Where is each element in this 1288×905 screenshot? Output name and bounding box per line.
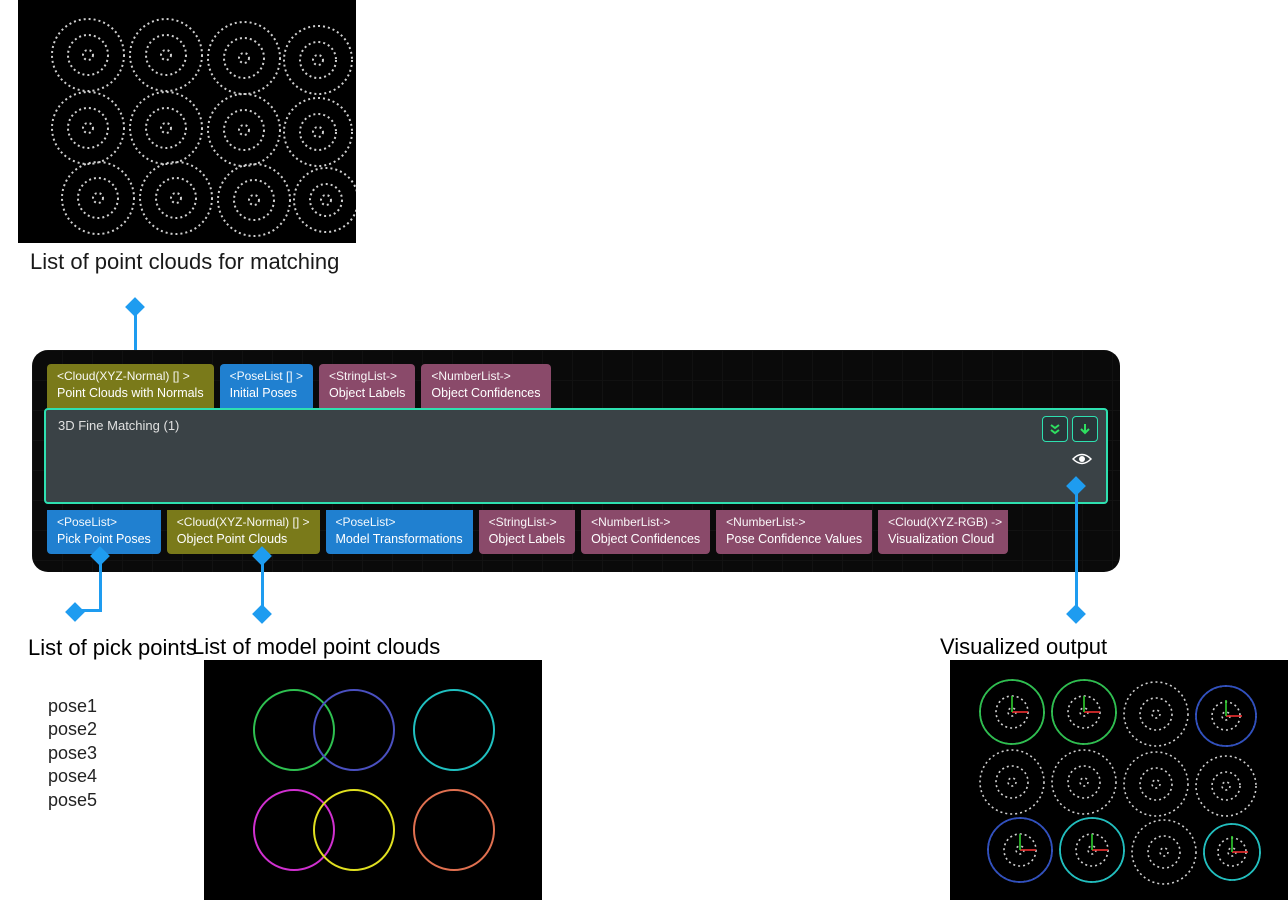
port-type: <StringList-> [489,514,565,531]
port-name: Object Labels [489,531,565,549]
model-clouds-image [204,660,542,900]
port-type: <Cloud(XYZ-Normal) [] > [57,368,204,385]
node-body[interactable]: 3D Fine Matching (1) [44,408,1108,504]
list-item: pose5 [48,789,97,812]
visibility-icon[interactable] [1072,452,1092,471]
port-name: Pose Confidence Values [726,531,862,549]
node-panel: <Cloud(XYZ-Normal) [] > Point Clouds wit… [32,350,1120,572]
port-type: <PoseList> [57,514,151,531]
port-name: Initial Poses [230,385,303,403]
output-ports-row: <PoseList> Pick Point Poses <Cloud(XYZ-N… [47,510,1008,554]
port-name: Pick Point Poses [57,531,151,549]
output-port-model-transforms[interactable]: <PoseList> Model Transformations [326,510,473,554]
input-ports-row: <Cloud(XYZ-Normal) [] > Point Clouds wit… [47,364,551,408]
node-title: 3D Fine Matching (1) [58,418,179,433]
input-port-object-confidences[interactable]: <NumberList-> Object Confidences [421,364,550,408]
port-type: <PoseList> [336,514,463,531]
output-port-object-clouds[interactable]: <Cloud(XYZ-Normal) [] > Object Point Clo… [167,510,320,554]
output-port-confidences[interactable]: <NumberList-> Object Confidences [581,510,710,554]
expand-button[interactable] [1042,416,1068,442]
port-name: Object Labels [329,385,405,403]
port-type: <Cloud(XYZ-Normal) [] > [177,514,310,531]
port-type: <Cloud(XYZ-RGB) -> [888,514,998,531]
input-port-pointclouds[interactable]: <Cloud(XYZ-Normal) [] > Point Clouds wit… [47,364,214,408]
caption-visualized: Visualized output [940,634,1107,660]
port-type: <NumberList-> [591,514,700,531]
caption-model-clouds: List of model point clouds [192,634,440,660]
caption-pointclouds: List of point clouds for matching [30,248,339,277]
list-item: pose4 [48,765,97,788]
port-name: Visualization Cloud [888,531,998,549]
output-port-pose-confidence[interactable]: <NumberList-> Pose Confidence Values [716,510,872,554]
port-type: <PoseList [] > [230,368,303,385]
caption-pick-points: List of pick points [28,634,197,663]
output-port-labels[interactable]: <StringList-> Object Labels [479,510,575,554]
port-name: Point Clouds with Normals [57,385,204,403]
port-name: Object Confidences [591,531,700,549]
port-type: <StringList-> [329,368,405,385]
list-item: pose2 [48,718,97,741]
input-port-object-labels[interactable]: <StringList-> Object Labels [319,364,415,408]
input-port-initial-poses[interactable]: <PoseList [] > Initial Poses [220,364,313,408]
input-pointcloud-image [18,0,356,243]
port-name: Model Transformations [336,531,463,549]
port-name: Object Point Clouds [177,531,310,549]
visualized-output-image [950,660,1288,900]
port-name: Object Confidences [431,385,540,403]
port-type: <NumberList-> [431,368,540,385]
output-port-viz-cloud[interactable]: <Cloud(XYZ-RGB) -> Visualization Cloud [878,510,1008,554]
list-item: pose1 [48,695,97,718]
port-type: <NumberList-> [726,514,862,531]
list-item: pose3 [48,742,97,765]
pose-list: pose1 pose2 pose3 pose4 pose5 [48,695,97,812]
run-button[interactable] [1072,416,1098,442]
node-controls [1042,416,1098,442]
output-port-pick-poses[interactable]: <PoseList> Pick Point Poses [47,510,161,554]
